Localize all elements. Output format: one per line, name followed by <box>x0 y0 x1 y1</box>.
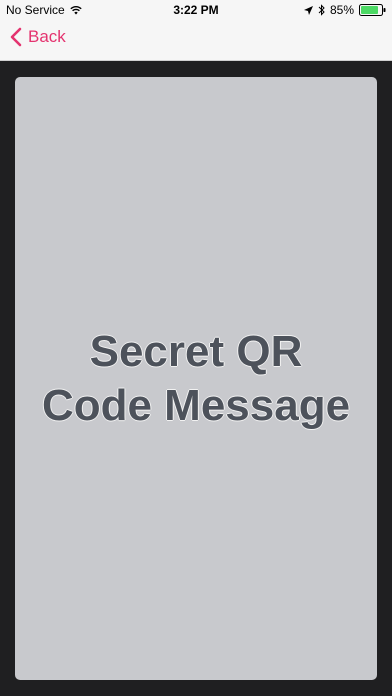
battery-icon <box>359 4 386 16</box>
message-line-1: Secret QR <box>89 326 303 376</box>
status-bar: No Service 3:22 PM 85% <box>0 0 392 20</box>
battery-percent: 85% <box>329 3 354 17</box>
back-label: Back <box>28 27 66 46</box>
status-right: 85% <box>303 3 386 17</box>
back-button[interactable]: Back <box>10 27 66 47</box>
bluetooth-icon <box>318 4 325 16</box>
qr-message-card: Secret QR Code Message <box>15 77 377 680</box>
navigation-bar: Back <box>0 20 392 61</box>
battery-fill <box>361 6 378 14</box>
chevron-left-icon <box>10 27 22 47</box>
secret-message: Secret QR Code Message <box>26 325 366 433</box>
location-arrow-icon <box>303 5 313 15</box>
message-line-2: Code Message <box>41 380 351 430</box>
